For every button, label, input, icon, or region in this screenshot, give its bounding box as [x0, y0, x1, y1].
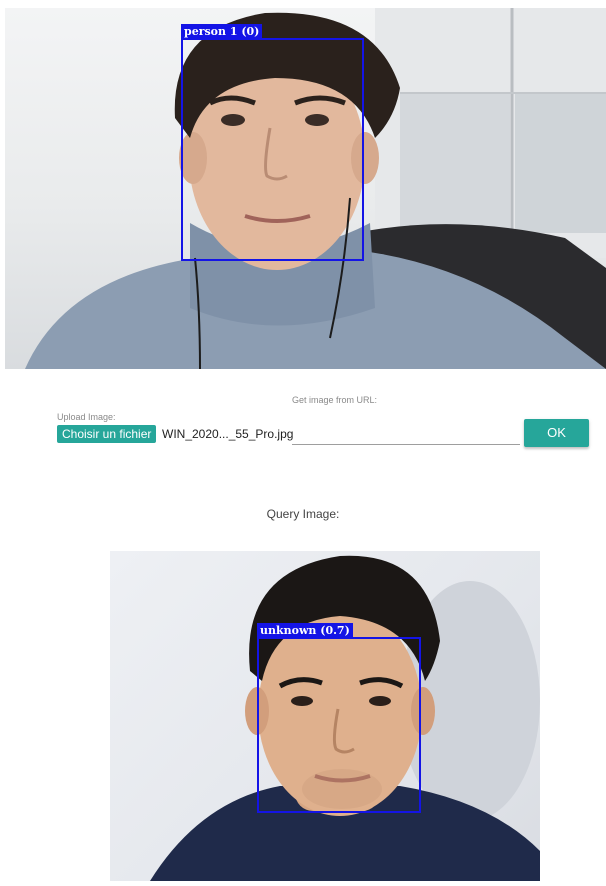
query-image-title: Query Image: — [266, 507, 340, 521]
choose-file-button[interactable]: Choisir un fichier — [57, 425, 157, 443]
url-label: Get image from URL: — [292, 395, 378, 405]
reference-face-label: person 1 (0) — [181, 24, 263, 39]
image-url-input[interactable] — [292, 424, 520, 445]
reference-face-box — [181, 38, 364, 261]
query-face-box — [257, 637, 421, 813]
reference-image: person 1 (0) — [5, 8, 606, 369]
ok-button[interactable]: OK — [524, 419, 589, 447]
chosen-file-name: WIN_2020..._55_Pro.jpg — [162, 427, 294, 441]
face-recognition-page: person 1 (0) Get image from URL: Upload … — [0, 0, 606, 886]
query-face-label: unknown (0.7) — [257, 623, 353, 638]
query-image: unknown (0.7) — [110, 551, 540, 881]
upload-label: Upload Image: — [57, 412, 116, 422]
